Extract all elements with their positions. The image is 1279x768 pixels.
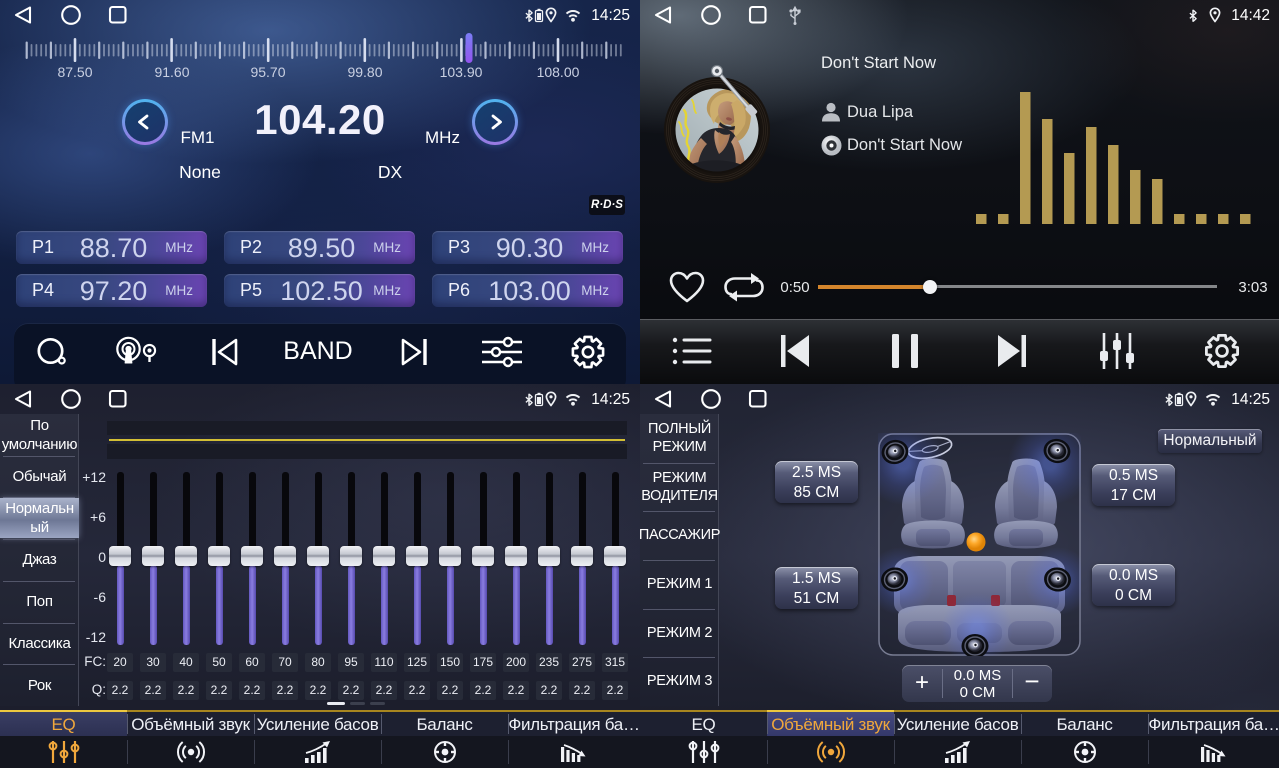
svg-text:103.90: 103.90 xyxy=(440,64,483,80)
svg-text:91.60: 91.60 xyxy=(154,64,189,80)
svg-text:108.00: 108.00 xyxy=(537,64,580,80)
svg-text:95.70: 95.70 xyxy=(250,64,285,80)
svg-text:99.80: 99.80 xyxy=(347,64,382,80)
svg-text:87.50: 87.50 xyxy=(57,64,92,80)
